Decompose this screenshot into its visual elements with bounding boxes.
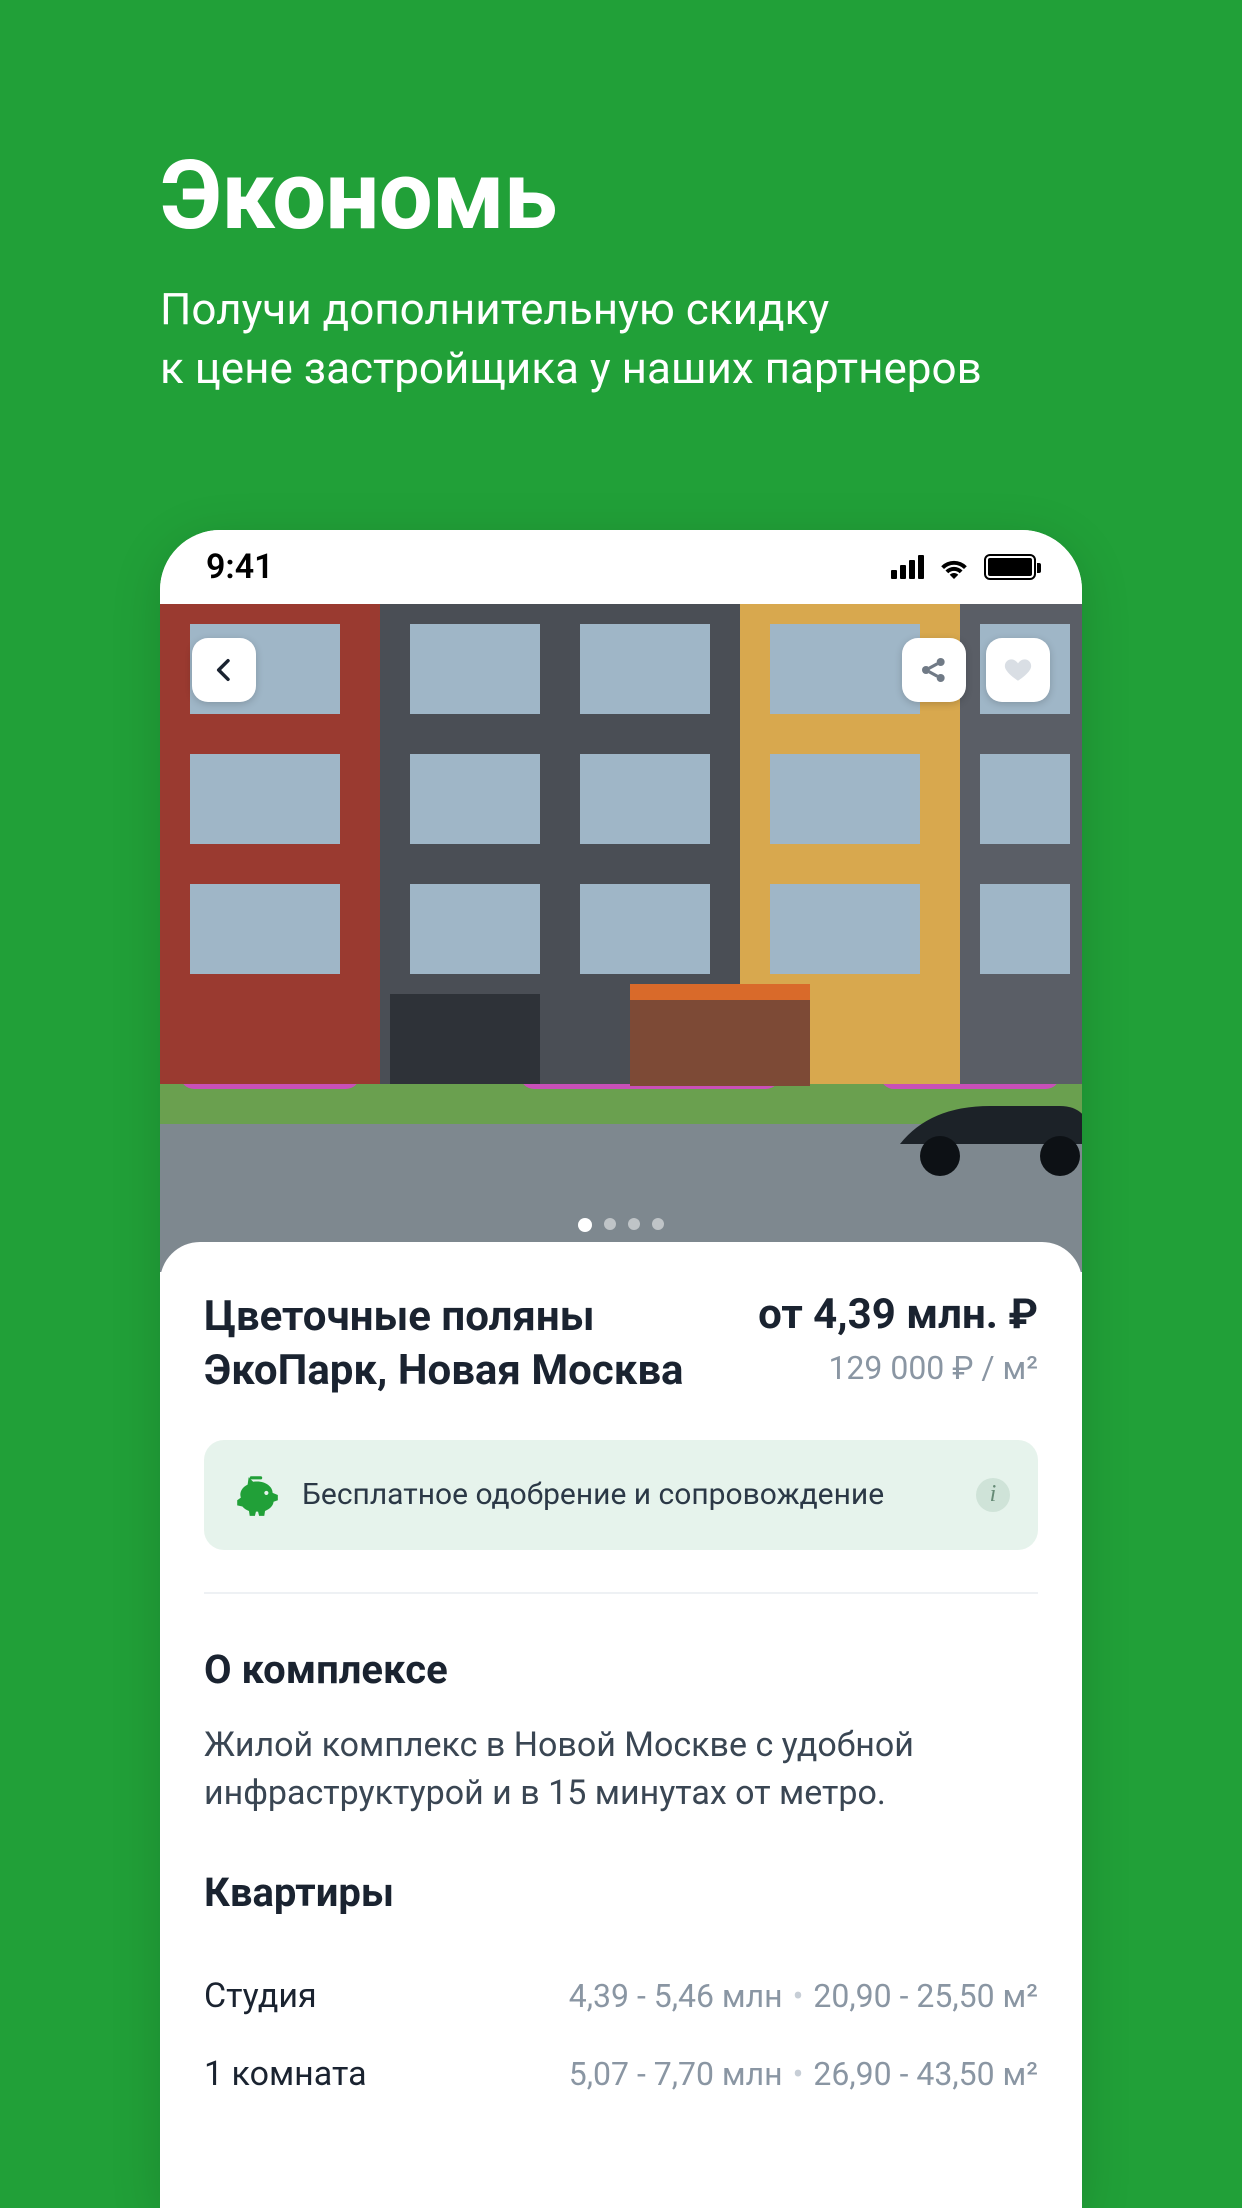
cellular-icon — [891, 555, 924, 579]
apartments-list: Студия 4,39 - 5,46 млн•20,90 - 25,50 м² … — [204, 1946, 1038, 2102]
promo-subtitle: Получи дополнительную скидку к цене заст… — [160, 280, 1082, 399]
promo-headline: Экономь — [160, 140, 1082, 252]
divider — [204, 1592, 1038, 1594]
property-price: от 4,39 млн. ₽ — [758, 1290, 1038, 1339]
apartments-heading: Квартиры — [204, 1869, 1038, 1916]
phone-frame: 9:41 — [160, 530, 1082, 2208]
property-title: Цветочные поляны ЭкоПарк, Новая Москва — [204, 1290, 684, 1398]
apartment-row[interactable]: 1 комната 5,07 - 7,70 млн•26,90 - 43,50 … — [204, 2024, 1038, 2102]
about-heading: О комплексе — [204, 1646, 1038, 1693]
detail-sheet: Цветочные поляны ЭкоПарк, Новая Москва о… — [160, 1242, 1082, 2208]
info-icon[interactable]: i — [976, 1478, 1010, 1512]
battery-icon — [984, 554, 1036, 580]
approval-banner[interactable]: Бесплатное одобрение и сопровождение i — [204, 1440, 1038, 1550]
favorite-button[interactable] — [986, 638, 1050, 702]
status-time: 9:41 — [206, 547, 274, 587]
wifi-icon — [938, 555, 970, 579]
status-bar: 9:41 — [160, 530, 1082, 604]
property-price-per-m2: 129 000 ₽ / м² — [758, 1349, 1038, 1387]
carousel-dots — [160, 1218, 1082, 1232]
apartment-row[interactable]: Студия 4,39 - 5,46 млн•20,90 - 25,50 м² — [204, 1946, 1038, 2024]
about-text: Жилой комплекс в Новой Москве с удобной … — [204, 1721, 1038, 1818]
piggy-bank-icon — [232, 1470, 282, 1520]
property-image-carousel[interactable] — [160, 604, 1082, 1272]
promo-block: Экономь Получи дополнительную скидку к ц… — [0, 0, 1242, 459]
back-button[interactable] — [192, 638, 256, 702]
share-button[interactable] — [902, 638, 966, 702]
banner-text: Бесплатное одобрение и сопровождение — [302, 1477, 956, 1512]
